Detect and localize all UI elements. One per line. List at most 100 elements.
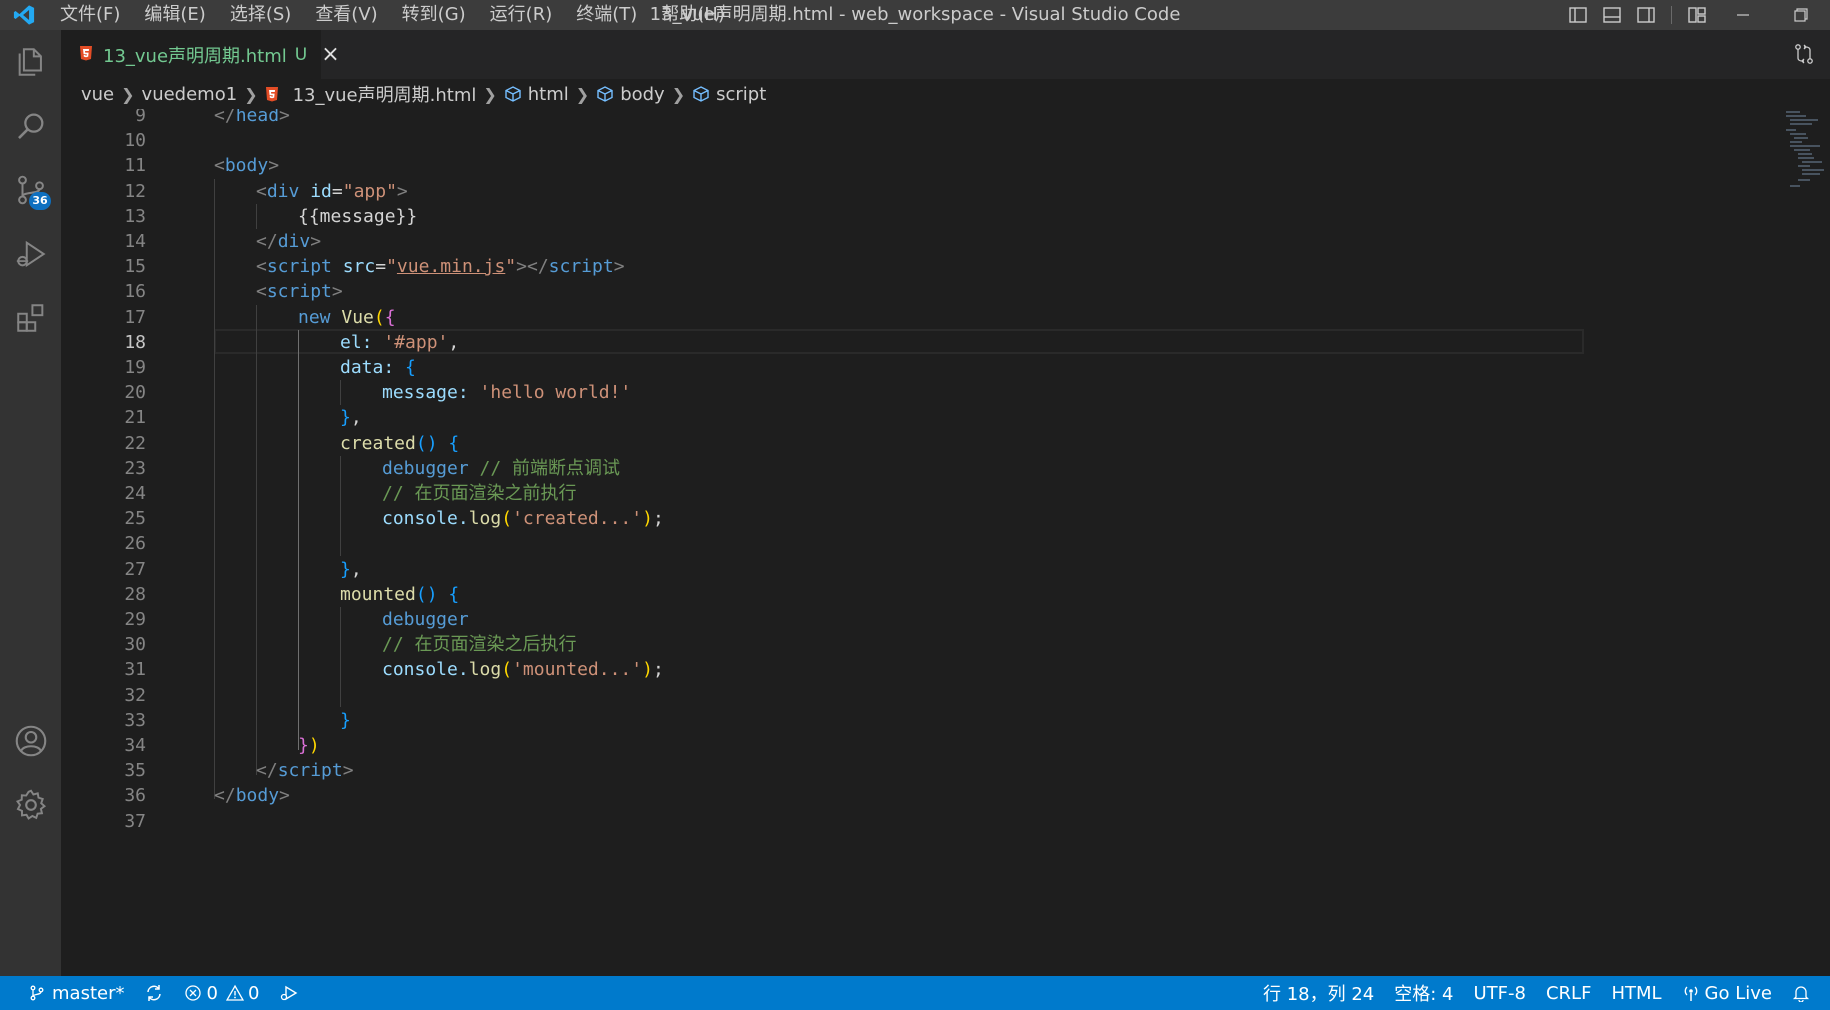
- extensions-icon[interactable]: [0, 288, 61, 348]
- line-number: 25: [124, 508, 146, 529]
- debug-launch-icon[interactable]: [269, 976, 309, 1010]
- error-icon: [185, 985, 202, 1001]
- menu-help[interactable]: 帮助(H): [649, 0, 737, 30]
- tab-filename: 13_vue声明周期.html: [103, 45, 287, 67]
- line-number: 32: [124, 685, 146, 706]
- indent-guide: [256, 305, 257, 775]
- menu-view[interactable]: 查看(V): [303, 0, 389, 30]
- source-control-icon[interactable]: 36: [0, 160, 61, 220]
- code-line: </head>: [214, 109, 290, 126]
- code-line: // 在页面渲染之前执行: [382, 483, 577, 504]
- toggle-primary-sidebar-icon[interactable]: [1561, 0, 1595, 30]
- line-number-active: 18: [124, 332, 146, 353]
- breadcrumb-file-label: 13_vue声明周期.html: [292, 85, 477, 106]
- line-number: 15: [124, 256, 146, 277]
- vscode-logo-icon[interactable]: [0, 0, 48, 30]
- line-number: 23: [124, 458, 146, 479]
- problems-indicator[interactable]: 0 0: [174, 976, 269, 1010]
- code-line: }: [340, 710, 351, 731]
- breadcrumb-html-label: html: [527, 83, 569, 105]
- line-number: 11: [124, 155, 146, 176]
- indent-guide: [340, 607, 341, 707]
- chevron-right-icon: ❯: [671, 84, 686, 104]
- chevron-right-icon: ❯: [121, 84, 135, 104]
- code-line: console.log('created...');: [382, 508, 664, 529]
- line-number: 28: [124, 584, 146, 605]
- breadcrumb-item-vue[interactable]: vue: [81, 84, 114, 105]
- code-line: <script>: [256, 281, 343, 302]
- language-mode[interactable]: HTML: [1601, 976, 1671, 1010]
- go-live-button[interactable]: Go Live: [1672, 976, 1782, 1010]
- line-number: 24: [124, 483, 146, 504]
- cursor-position[interactable]: 行 18，列 24: [1253, 976, 1384, 1010]
- breadcrumb-body-label: body: [620, 83, 665, 105]
- file-encoding[interactable]: UTF-8: [1464, 976, 1536, 1010]
- breadcrumb-item-body[interactable]: body: [596, 84, 665, 105]
- line-number: 30: [124, 634, 146, 655]
- toggle-secondary-sidebar-icon[interactable]: [1629, 0, 1663, 30]
- indent-guide: [340, 456, 341, 556]
- accounts-icon[interactable]: [0, 711, 61, 771]
- code-line: {{message}}: [298, 206, 418, 227]
- breadcrumb-script-label: script: [716, 83, 767, 105]
- chevron-right-icon: ❯: [575, 84, 590, 104]
- minimize-icon[interactable]: [1714, 0, 1772, 30]
- code-line: </script>: [256, 760, 354, 781]
- sync-icon[interactable]: [134, 976, 174, 1010]
- code-editor[interactable]: 9 10 11 12 13 14 15 16 17 18 19 20 21 22…: [61, 109, 1830, 976]
- editor-tabs: 13_vue声明周期.html U ×: [61, 30, 1830, 79]
- line-number: 12: [124, 181, 146, 202]
- breadcrumb-item-file[interactable]: 13_vue声明周期.html: [265, 81, 477, 107]
- breadcrumb-item-vuedemo1[interactable]: vuedemo1: [142, 84, 238, 105]
- status-bar: master* 0 0 行 18，列 24 空格: 4 UTF-8 CRLF H…: [0, 976, 1830, 1010]
- run-debug-icon[interactable]: [0, 224, 61, 284]
- breadcrumb-item-html[interactable]: html: [504, 84, 569, 105]
- explorer-icon[interactable]: [0, 32, 61, 92]
- symbol-field-icon: [505, 86, 521, 102]
- line-number: 35: [124, 760, 146, 781]
- line-number: 36: [124, 785, 146, 806]
- warning-count: 0: [247, 982, 260, 1004]
- code-line: created() {: [340, 433, 460, 454]
- close-icon[interactable]: ×: [321, 43, 339, 66]
- html5-file-icon: [265, 87, 278, 102]
- menu-run[interactable]: 运行(R): [478, 0, 565, 30]
- indent-guide: [256, 204, 257, 229]
- menu-selection[interactable]: 选择(S): [218, 0, 303, 30]
- title-bar: 文件(F) 编辑(E) 选择(S) 查看(V) 转到(G) 运行(R) 终端(T…: [0, 0, 1830, 30]
- breadcrumb-item-script[interactable]: script: [692, 84, 766, 105]
- line-number: 31: [124, 659, 146, 680]
- code-line: }): [298, 735, 320, 756]
- line-number: 14: [124, 231, 146, 252]
- code-line: debugger: [382, 609, 469, 630]
- end-of-line[interactable]: CRLF: [1536, 976, 1601, 1010]
- source-control-badge: 36: [29, 192, 51, 210]
- menu-go[interactable]: 转到(G): [390, 0, 478, 30]
- line-number: 33: [124, 710, 146, 731]
- notifications-bell-icon[interactable]: [1782, 976, 1820, 1010]
- menu-bar: 文件(F) 编辑(E) 选择(S) 查看(V) 转到(G) 运行(R) 终端(T…: [48, 0, 737, 30]
- minimap[interactable]: [1782, 109, 1830, 209]
- line-number: 20: [124, 382, 146, 403]
- customize-layout-icon[interactable]: [1680, 0, 1714, 30]
- manage-gear-icon[interactable]: [0, 775, 61, 835]
- menu-file[interactable]: 文件(F): [48, 0, 132, 30]
- code-line: },: [340, 407, 362, 428]
- code-line: </body>: [214, 785, 290, 806]
- menu-edit[interactable]: 编辑(E): [132, 0, 217, 30]
- search-icon[interactable]: [0, 96, 61, 156]
- line-number: 16: [124, 281, 146, 302]
- line-number: 27: [124, 559, 146, 580]
- open-changes-icon[interactable]: [1792, 42, 1816, 66]
- breadcrumb: vue ❯ vuedemo1 ❯ 13_vue声明周期.html ❯ html …: [61, 79, 1830, 109]
- menu-terminal[interactable]: 终端(T): [564, 0, 649, 30]
- tab-active-file[interactable]: 13_vue声明周期.html U ×: [61, 30, 340, 79]
- code-line: <body>: [214, 155, 280, 176]
- git-branch[interactable]: master*: [18, 976, 134, 1010]
- indentation[interactable]: 空格: 4: [1384, 976, 1463, 1010]
- script-src-link[interactable]: vue.min.js: [397, 256, 505, 277]
- chevron-right-icon: ❯: [483, 84, 497, 104]
- restore-icon[interactable]: [1772, 0, 1830, 30]
- toggle-panel-icon[interactable]: [1595, 0, 1629, 30]
- code-line: },: [340, 559, 362, 580]
